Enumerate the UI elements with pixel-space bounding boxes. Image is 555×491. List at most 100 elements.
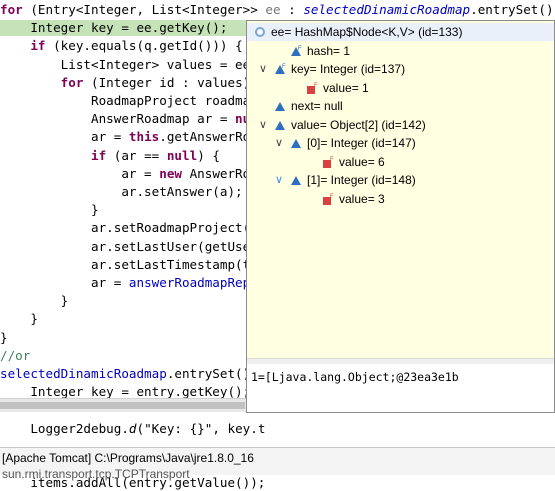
code-token: ar.setLastTimestamp(tod xyxy=(0,257,266,272)
variable-tree[interactable]: ee= HashMap$Node<K,V> (id=133) Fhash= 1 ∨ F… xyxy=(247,21,554,358)
code-token: new xyxy=(159,166,182,181)
code-token: List<Integer> values = ee.g xyxy=(0,57,266,72)
private-final-field-icon: F xyxy=(321,155,335,169)
tree-node[interactable]: ∨ [1]= Integer (id=148) xyxy=(247,171,554,189)
expand-chevron-icon[interactable]: ∨ xyxy=(273,134,285,152)
code-token: ) { xyxy=(197,148,220,163)
code-line: if (ar == null) { xyxy=(0,148,220,164)
code-line: ar.setLastTimestamp(tod xyxy=(0,257,265,273)
code-token: (Integer id : values) { xyxy=(83,75,266,90)
code-token: Integer key = ee.getKey(); xyxy=(0,20,228,35)
code-token: ee xyxy=(265,2,281,17)
tree-node[interactable]: Fvalue= 3 xyxy=(247,190,554,208)
tree-node-label: next= null xyxy=(291,99,343,113)
code-line: } xyxy=(0,202,99,218)
tree-node[interactable]: next= null xyxy=(247,97,554,115)
final-field-icon: F xyxy=(289,44,303,58)
tree-node-label: value= 6 xyxy=(339,154,385,169)
code-line: ar = new AnswerRoad xyxy=(0,166,265,182)
code-token: this xyxy=(128,129,160,144)
code-line: selectedDinamicRoadmap.entrySet().f xyxy=(0,366,265,382)
expand-chevron-icon[interactable]: ∨ xyxy=(273,171,285,189)
tree-node-label: [0]= Integer (id=147) xyxy=(307,136,416,150)
tree-node-label: value= 3 xyxy=(339,191,385,206)
code-token: } xyxy=(0,293,69,308)
code-token: Integer key = entry.getKey(); xyxy=(0,384,251,399)
tree-node-label: [1]= Integer (id=148) xyxy=(307,173,416,187)
code-token: ar = xyxy=(0,275,129,290)
field-icon xyxy=(289,136,303,150)
code-line: if (key.equals(q.getId())) { xyxy=(0,38,243,54)
field-icon xyxy=(289,173,303,187)
tree-node[interactable]: Fhash= 1 xyxy=(247,42,554,60)
code-token: answerRoadmapRepos xyxy=(128,275,266,290)
code-token: } xyxy=(0,311,38,326)
tree-node-label: value= 1 xyxy=(323,80,369,95)
code-line: RoadmapProject roadmapP xyxy=(0,93,265,109)
tree-node[interactable]: ee= HashMap$Node<K,V> (id=133) xyxy=(247,23,554,41)
code-token: //or xyxy=(0,348,31,363)
code-line: ar = answerRoadmapRepos xyxy=(0,275,265,291)
code-token: ("Key: {}", key.t xyxy=(136,421,266,436)
code-line: } xyxy=(0,330,8,346)
code-line: //or xyxy=(0,348,30,364)
final-field-icon: F xyxy=(273,62,287,76)
svg-text:F: F xyxy=(330,157,334,163)
field-icon xyxy=(273,118,287,132)
code-token: selectedDinamicRoadmap xyxy=(303,2,471,17)
object-icon xyxy=(253,25,267,39)
code-token: Logger2debug. xyxy=(0,421,129,436)
code-token: } xyxy=(0,202,99,217)
code-token: null xyxy=(166,148,198,163)
code-line: ar.setAnswer(a); xyxy=(0,184,243,200)
expand-chevron-icon[interactable]: ∨ xyxy=(257,116,269,134)
variable-inspect-popup[interactable]: ee= HashMap$Node<K,V> (id=133) Fhash= 1 ∨ F… xyxy=(246,20,555,413)
code-token: ar.setRoadmapProject(ro xyxy=(0,220,266,235)
code-token: if xyxy=(30,38,46,53)
code-token: selectedDinamicRoadmap xyxy=(0,366,167,381)
private-final-field-icon: F xyxy=(321,192,335,206)
private-final-field-icon: F xyxy=(305,81,319,95)
code-token: (Entry<Integer, List<Integer>> xyxy=(22,2,266,17)
code-token: ar.setLastUser(getUser( xyxy=(0,239,266,254)
code-token: ar = xyxy=(0,129,129,144)
tree-node[interactable]: Fvalue= 6 xyxy=(247,153,554,171)
tree-node[interactable]: ∨ value= Object[2] (id=142) xyxy=(247,116,554,134)
expand-chevron-icon[interactable]: ∨ xyxy=(257,60,269,78)
code-token: : xyxy=(280,2,304,17)
code-token: (key.equals(q.getId())) { xyxy=(45,38,243,53)
field-icon xyxy=(273,99,287,113)
code-token: for xyxy=(60,75,84,90)
tree-node-label: ee= HashMap$Node<K,V> (id=133) xyxy=(271,25,463,39)
detail-pane[interactable]: 1=[Ljava.lang.Object;@23ea3e1b xyxy=(247,364,554,412)
tree-node[interactable]: Fvalue= 1 xyxy=(247,79,554,97)
svg-text:F: F xyxy=(282,64,286,70)
code-token: RoadmapProject roadmapP xyxy=(0,93,266,108)
svg-text:F: F xyxy=(298,46,302,52)
code-token: (ar == xyxy=(106,148,167,163)
code-token: AnswerRoadmap ar = xyxy=(0,111,236,126)
console-output-line: sun.rmi.transport.tcp.TCPTransport xyxy=(2,467,190,481)
scrollbar-thumb[interactable] xyxy=(0,402,245,409)
code-token: } xyxy=(0,330,8,345)
console-launch-label: [Apache Tomcat] C:\Programs\Java\jre1.8.… xyxy=(2,451,254,465)
console-view: [Apache Tomcat] C:\Programs\Java\jre1.8.… xyxy=(0,447,555,481)
tree-node-label: value= Object[2] (id=142) xyxy=(291,117,426,132)
code-token: for xyxy=(0,2,23,17)
code-line: ar.setRoadmapProject(ro xyxy=(0,220,265,236)
code-line: } xyxy=(0,311,38,327)
code-token: .entrySet()) { xyxy=(470,2,555,17)
code-line: for (Integer id : values) { xyxy=(0,75,266,91)
tree-node-label: hash= 1 xyxy=(307,43,351,58)
svg-text:F: F xyxy=(314,83,318,89)
code-line: Logger2debug.d("Key: {}", key.t xyxy=(0,421,265,437)
tree-node-label: key= Integer (id=137) xyxy=(291,62,406,76)
tree-node[interactable]: ∨ [0]= Integer (id=147) xyxy=(247,134,554,152)
code-line: ar = this.getAnswerRoad xyxy=(0,129,265,145)
code-token: ar.setAnswer(a); xyxy=(0,184,243,199)
tree-node[interactable]: ∨ Fkey= Integer (id=137) xyxy=(247,60,554,78)
code-line: List<Integer> values = ee.g xyxy=(0,57,266,73)
code-token: ar = xyxy=(0,166,160,181)
